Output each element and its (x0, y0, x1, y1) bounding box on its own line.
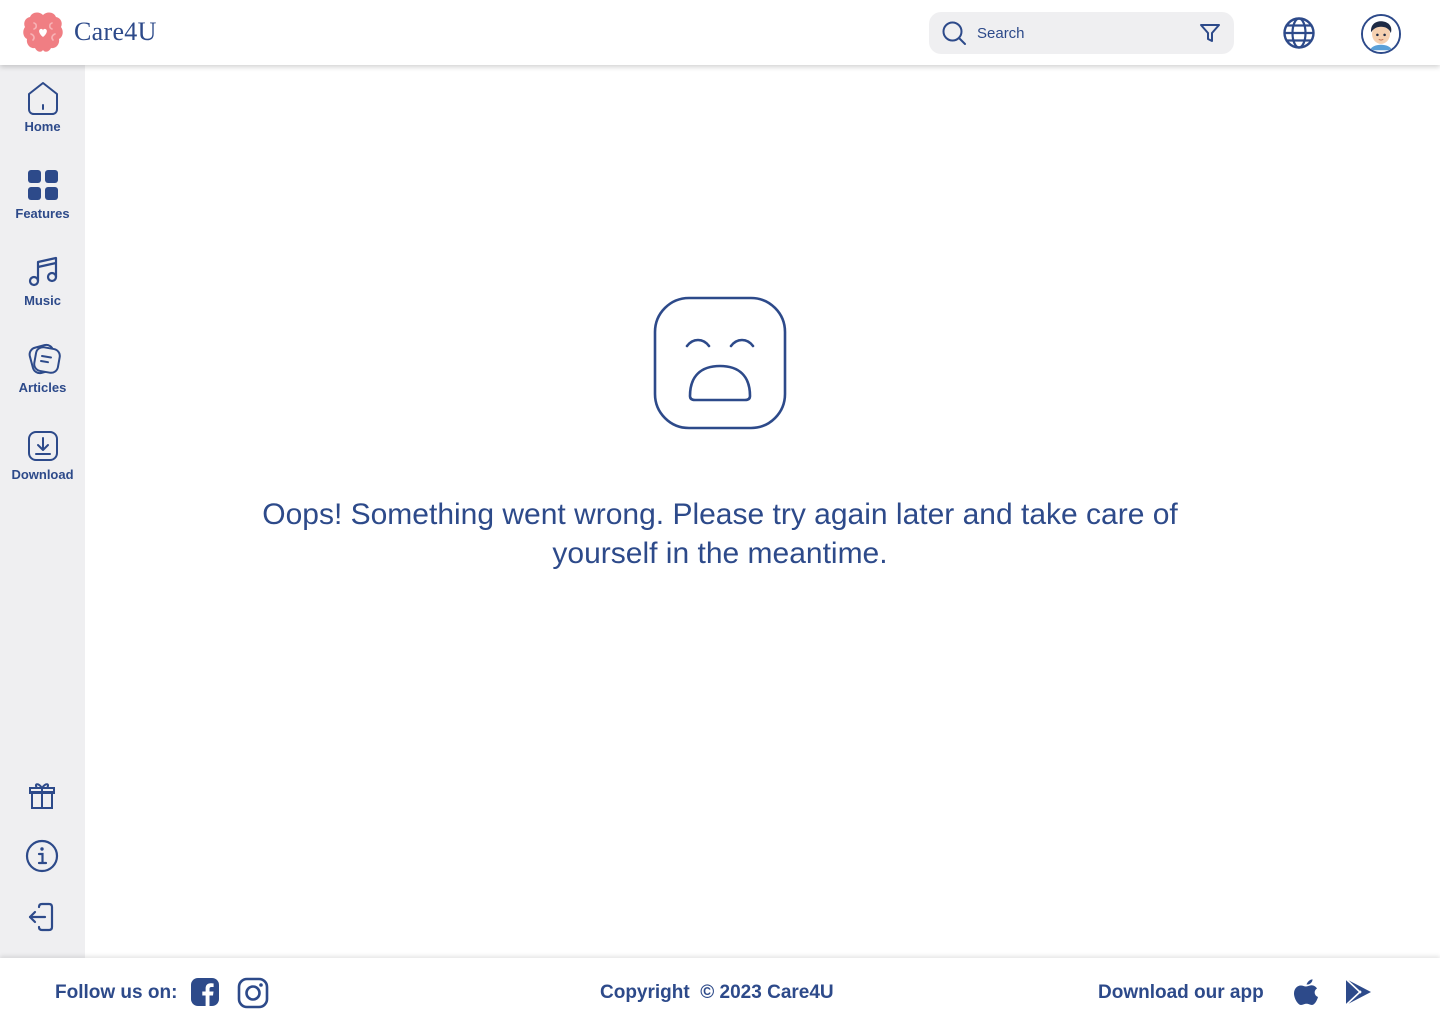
sidebar-item-label: Articles (18, 380, 67, 395)
top-header: Care4U (0, 0, 1440, 65)
copyright-text: Copyright © 2023 Care4U (600, 982, 834, 1003)
user-avatar[interactable] (1361, 14, 1401, 54)
facebook-icon[interactable] (190, 977, 220, 1007)
download-icon (27, 431, 58, 461)
sidebar-item-label: Features (15, 206, 70, 221)
sidebar: Home Features Music Articles Download (0, 65, 85, 958)
brain-heart-logo-icon (23, 12, 63, 52)
grid-icon (27, 170, 58, 200)
music-note-icon (28, 256, 57, 287)
sidebar-item-download[interactable]: Download (0, 427, 85, 482)
instagram-icon[interactable] (237, 977, 269, 1009)
sidebar-item-label: Download (11, 467, 74, 482)
sidebar-item-label: Music (24, 293, 61, 308)
sidebar-item-label: Home (24, 119, 61, 134)
footer: Follow us on: Copyright © 2023 Care4U Do… (0, 958, 1440, 1024)
app-logo[interactable]: Care4U (22, 10, 157, 54)
error-message: Oops! Something went wrong. Please try a… (262, 498, 1178, 570)
info-icon[interactable] (24, 838, 60, 874)
globe-icon[interactable] (1282, 16, 1316, 50)
app-name: Care4U (74, 17, 157, 46)
gift-icon[interactable] (24, 778, 60, 814)
apple-icon[interactable] (1292, 976, 1320, 1008)
google-play-icon[interactable] (1342, 976, 1374, 1008)
sidebar-item-articles[interactable]: Articles (0, 340, 85, 395)
sidebar-item-features[interactable]: Features (0, 166, 85, 221)
filter-icon[interactable] (1198, 21, 1222, 45)
follow-label: Follow us on: (55, 982, 178, 1003)
avatar-icon (1363, 16, 1399, 52)
download-app-label: Download our app (1098, 982, 1264, 1003)
sidebar-item-music[interactable]: Music (0, 253, 85, 308)
logout-icon[interactable] (24, 899, 60, 935)
search-bar[interactable] (929, 12, 1234, 54)
sidebar-item-home[interactable]: Home (0, 79, 85, 134)
home-icon (27, 82, 58, 115)
articles-icon (28, 343, 61, 375)
search-input[interactable] (977, 24, 1198, 42)
sad-face-icon (653, 296, 787, 430)
search-icon (942, 21, 966, 45)
